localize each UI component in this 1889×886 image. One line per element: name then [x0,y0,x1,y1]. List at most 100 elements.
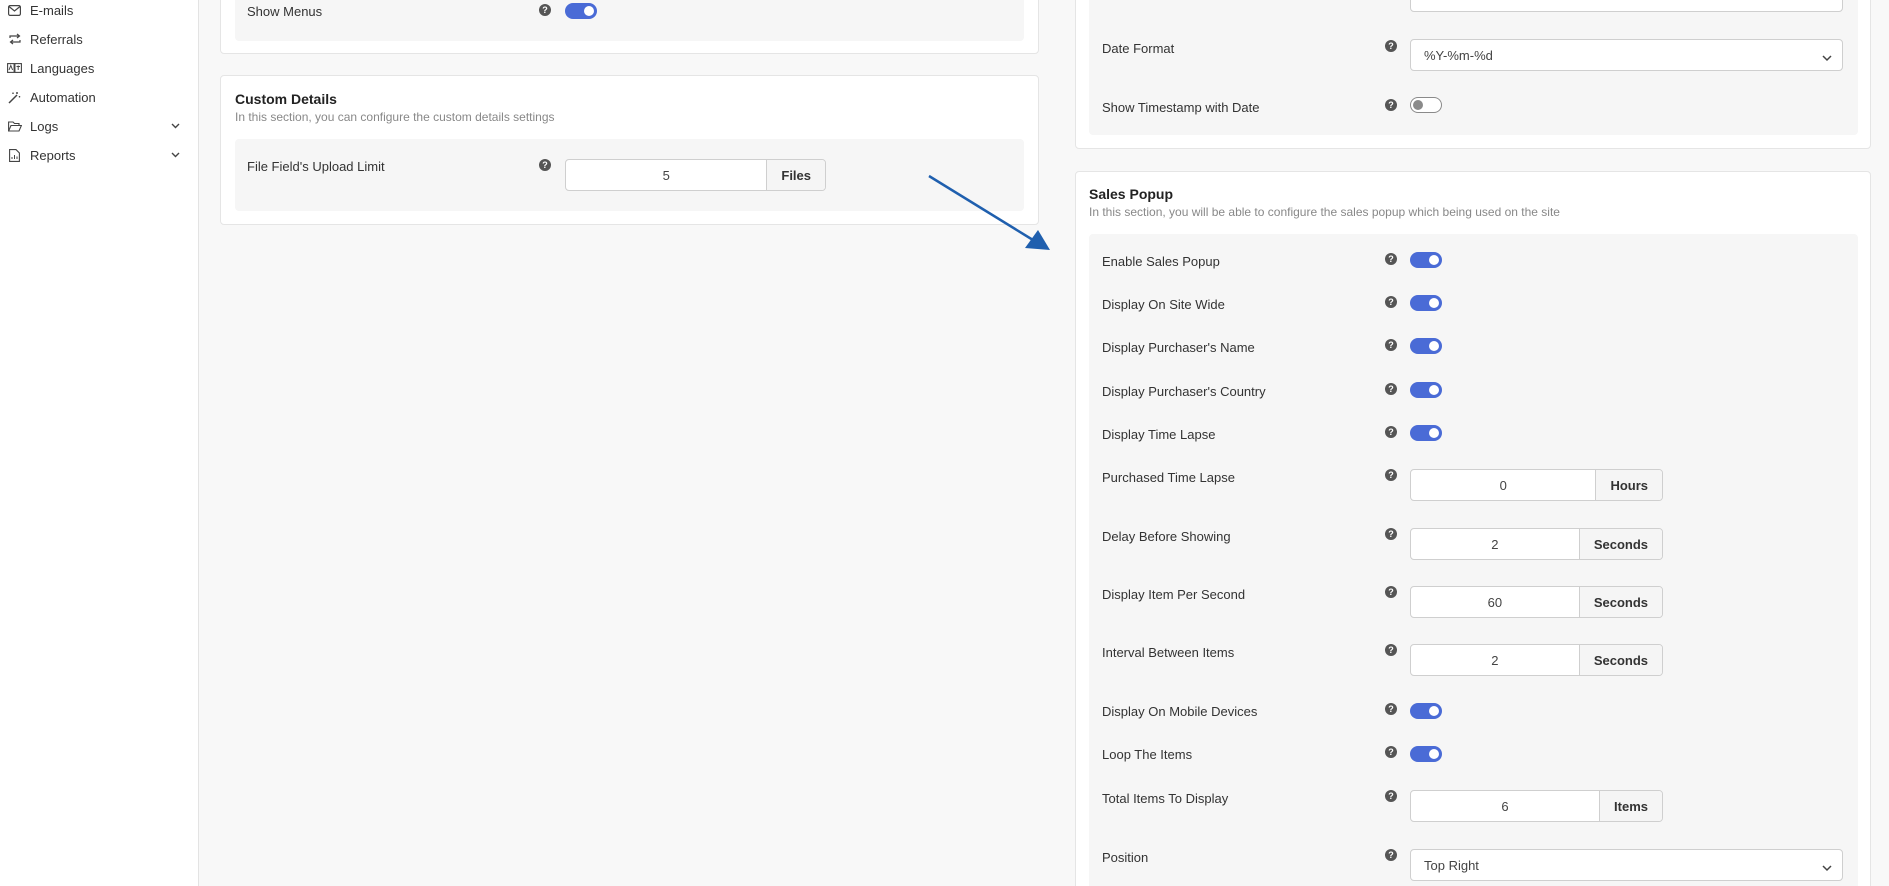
time-lapse-toggle[interactable] [1410,425,1442,441]
date-format-value: %Y-%m-%d [1424,47,1493,63]
sidebar-item-emails[interactable]: E-mails [0,0,199,22]
total-items-input-group[interactable]: 6 Items [1410,790,1663,822]
question-circle-icon[interactable]: ? [1385,528,1397,540]
date-format-label: Date Format [1102,41,1175,56]
mobile-devices-toggle[interactable] [1410,703,1442,719]
sidebar-item-logs[interactable]: Logs [0,114,199,138]
date-settings-card [1075,0,1871,149]
svg-text:?: ? [1388,704,1394,714]
sidebar-item-label: Automation [30,89,96,105]
svg-text:?: ? [542,160,548,170]
interval-between-items-input-group[interactable]: 2 Seconds [1410,644,1663,676]
show-timestamp-toggle[interactable] [1410,97,1442,113]
question-circle-icon[interactable]: ? [1385,253,1397,265]
interval-between-items-input[interactable]: 2 [1411,645,1579,675]
question-circle-icon[interactable]: ? [539,4,551,16]
purchased-time-lapse-input[interactable]: 0 [1411,470,1595,500]
svg-text:?: ? [1388,850,1394,860]
svg-text:?: ? [1388,427,1394,437]
custom-details-title: Custom Details [235,91,337,107]
settings-group [235,0,1024,41]
svg-text:?: ? [1388,254,1394,264]
upload-limit-label: File Field's Upload Limit [247,159,385,174]
mobile-devices-label: Display On Mobile Devices [1102,704,1258,719]
svg-text:?: ? [1388,297,1394,307]
sales-popup-description: In this section, you will be able to con… [1089,205,1560,219]
sidebar-item-automation[interactable]: Automation [0,85,199,109]
sales-popup-title: Sales Popup [1089,186,1174,202]
item-per-second-unit: Seconds [1578,587,1662,617]
upload-limit-input-group[interactable]: 5 Files [565,159,826,191]
loop-items-toggle[interactable] [1410,746,1442,762]
svg-text:?: ? [1388,645,1394,655]
question-circle-icon[interactable]: ? [1385,339,1397,351]
question-circle-icon[interactable]: ? [1385,40,1397,52]
total-items-label: Total Items To Display [1102,791,1229,806]
repeat-icon [7,32,22,47]
question-circle-icon[interactable]: ? [539,159,551,171]
question-circle-icon[interactable]: ? [1385,426,1397,438]
sidebar-item-label: Languages [30,60,95,76]
total-items-input[interactable]: 6 [1411,791,1599,821]
upload-limit-input[interactable]: 5 [566,160,766,190]
question-circle-icon[interactable]: ? [1385,746,1397,758]
delay-before-showing-input-group[interactable]: 2 Seconds [1410,528,1663,560]
sidebar-item-referrals[interactable]: Referrals [0,27,199,51]
general-settings-card [220,0,1039,54]
svg-text:?: ? [1388,100,1394,110]
question-circle-icon[interactable]: ? [1385,849,1397,861]
svg-text:?: ? [1388,747,1394,757]
show-menus-label: Show Menus [247,4,323,19]
position-select[interactable]: Top Right [1410,849,1843,881]
sidebar-item-reports[interactable]: Reports [0,143,199,167]
date-format-select[interactable]: %Y-%m-%d [1410,39,1843,71]
delay-before-showing-input[interactable]: 2 [1411,529,1579,559]
mail-icon [7,3,22,18]
purchased-time-lapse-input-group[interactable]: 0 Hours [1410,469,1663,501]
enable-sales-popup-toggle[interactable] [1410,252,1442,268]
question-circle-icon[interactable]: ? [1385,703,1397,715]
purchaser-country-toggle[interactable] [1410,382,1442,398]
enable-sales-popup-label: Enable Sales Popup [1102,254,1220,269]
total-items-unit: Items [1599,791,1662,821]
item-per-second-input[interactable]: 60 [1411,587,1579,617]
question-circle-icon[interactable]: ? [1385,469,1397,481]
loop-items-label: Loop The Items [1102,747,1193,762]
question-circle-icon[interactable]: ? [1385,644,1397,656]
sidebar-item-label: E-mails [30,2,74,18]
custom-details-description: In this section, you can configure the c… [235,110,555,124]
purchaser-name-label: Display Purchaser's Name [1102,340,1255,355]
purchaser-name-toggle[interactable] [1410,338,1442,354]
svg-text:?: ? [1388,41,1394,51]
previous-select[interactable] [1410,0,1843,12]
chevron-down-icon [1822,860,1832,872]
item-per-second-input-group[interactable]: 60 Seconds [1410,586,1663,618]
svg-text:?: ? [1388,340,1394,350]
svg-text:?: ? [1388,791,1394,801]
purchaser-country-label: Display Purchaser's Country [1102,384,1266,399]
svg-text:?: ? [1388,529,1394,539]
item-per-second-label: Display Item Per Second [1102,587,1246,602]
delay-before-showing-label: Delay Before Showing [1102,529,1231,544]
annotation-arrow [928,174,1050,250]
custom-details-card [220,75,1039,225]
question-circle-icon[interactable]: ? [1385,790,1397,802]
show-menus-toggle[interactable] [565,3,597,19]
question-circle-icon[interactable]: ? [1385,99,1397,111]
upload-limit-unit: Files [766,160,825,190]
sidebar-item-languages[interactable]: Languages [0,56,199,80]
time-lapse-label: Display Time Lapse [1102,427,1216,442]
svg-text:?: ? [1388,587,1394,597]
sidebar-item-label: Logs [30,118,59,134]
show-timestamp-label: Show Timestamp with Date [1102,100,1260,115]
question-circle-icon[interactable]: ? [1385,296,1397,308]
question-circle-icon[interactable]: ? [1385,586,1397,598]
position-value: Top Right [1424,857,1479,873]
question-circle-icon[interactable]: ? [1385,383,1397,395]
sidebar-item-label: Referrals [30,31,83,47]
svg-text:?: ? [1388,384,1394,394]
purchased-time-lapse-label: Purchased Time Lapse [1102,470,1235,485]
magic-wand-icon [7,90,22,105]
svg-text:?: ? [542,5,548,15]
site-wide-toggle[interactable] [1410,295,1442,311]
